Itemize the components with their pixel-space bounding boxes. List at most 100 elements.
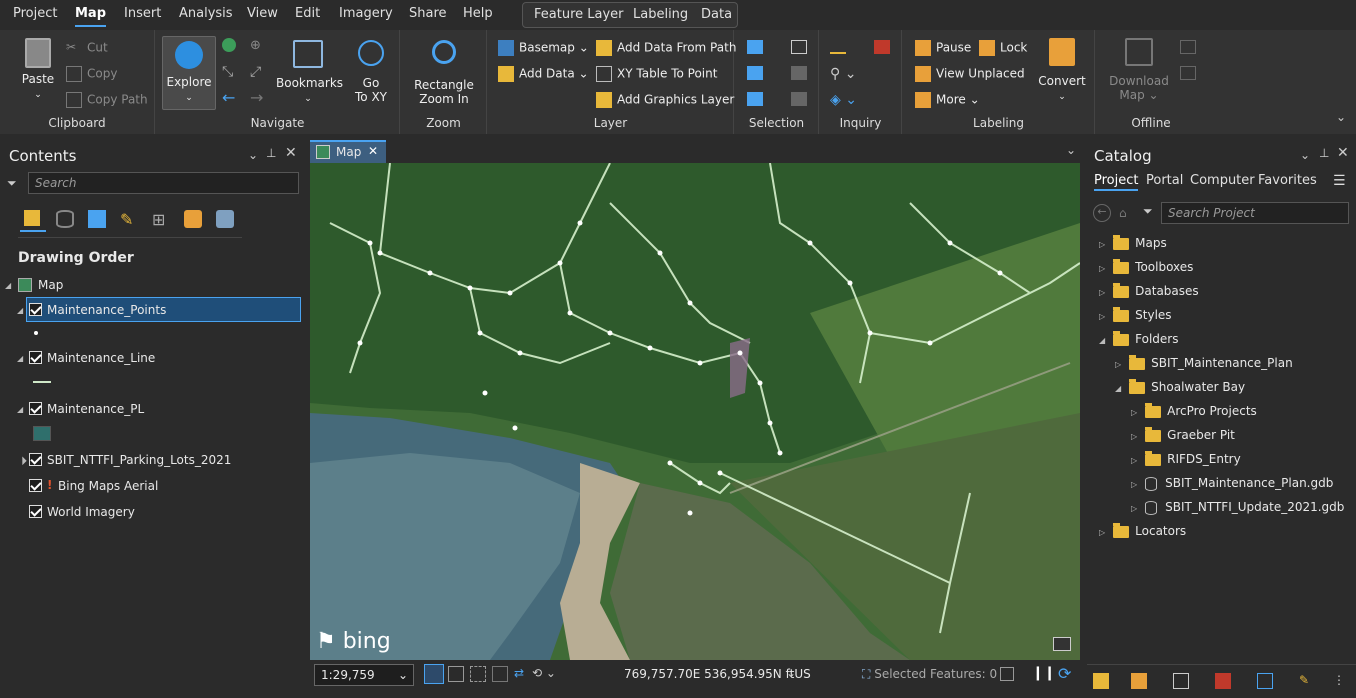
pin-icon[interactable]: ⊥ bbox=[266, 146, 276, 160]
filter-icon[interactable]: ⏷ bbox=[7, 176, 17, 191]
collapse-layer-icon[interactable]: ◢ bbox=[17, 455, 28, 466]
measure-icon[interactable] bbox=[830, 40, 846, 54]
catalog-search-input[interactable]: Search Project bbox=[1161, 202, 1349, 224]
pin-icon[interactable]: ⊥ bbox=[1319, 146, 1329, 160]
go-to-xy-button[interactable]: Go To XY bbox=[346, 40, 396, 104]
catalog-item-gdb-maintenance[interactable]: ▷ SBIT_Maintenance_Plan.gdb bbox=[1131, 476, 1333, 491]
add-graphics-layer-button[interactable]: Add Graphics Layer bbox=[596, 92, 734, 108]
attributes-pane-tab-icon[interactable] bbox=[1173, 673, 1189, 689]
catalog-item-styles[interactable]: ▷ Styles bbox=[1099, 306, 1172, 322]
forward-icon[interactable]: → bbox=[250, 88, 263, 107]
snapping-toggle-icon[interactable] bbox=[470, 666, 486, 682]
tab-map[interactable]: Map bbox=[75, 6, 107, 27]
select-icon[interactable] bbox=[747, 40, 763, 54]
bookmarks-button[interactable]: Bookmarks ⌄ bbox=[276, 40, 343, 106]
tab-help[interactable]: Help bbox=[463, 6, 493, 21]
perspective-icon[interactable] bbox=[216, 210, 234, 228]
catalog-tab-favorites[interactable]: Favorites bbox=[1258, 173, 1317, 188]
expand-layer-icon[interactable]: ◢ bbox=[17, 405, 23, 414]
close-icon[interactable]: ✕ bbox=[1337, 145, 1349, 161]
hamburger-menu-icon[interactable]: ☰ bbox=[1333, 173, 1346, 189]
infographics-icon[interactable]: ◈ ⌄ bbox=[830, 92, 857, 108]
catalog-tab-portal[interactable]: Portal bbox=[1146, 173, 1183, 188]
add-data-from-path-button[interactable]: Add Data From Path bbox=[596, 40, 736, 56]
drawing-order-icon[interactable] bbox=[20, 208, 46, 232]
zoom-to-selection-icon[interactable] bbox=[791, 92, 807, 106]
refresh-draw-icon[interactable]: ⟲ ⌄ bbox=[532, 666, 556, 680]
tab-feature-layer[interactable]: Feature Layer bbox=[534, 7, 624, 22]
contents-search-input[interactable]: Search bbox=[28, 172, 299, 194]
pane-options-icon[interactable]: ⌄ bbox=[1300, 148, 1310, 162]
collapse-ribbon-icon[interactable]: ⌄ bbox=[1336, 110, 1346, 124]
layer-parking-lots[interactable]: SBIT_NTTFI_Parking_Lots_2021 bbox=[47, 453, 231, 467]
clear-selection-icon[interactable] bbox=[1000, 667, 1014, 681]
close-icon[interactable]: ✕ bbox=[285, 145, 297, 161]
explore-button[interactable]: Explore ⌄ bbox=[162, 36, 216, 110]
cut-button[interactable]: ✂ Cut bbox=[66, 40, 108, 56]
coordinates-dropdown-icon[interactable]: ⌄ bbox=[786, 666, 796, 680]
layer-visibility-checkbox[interactable] bbox=[29, 303, 42, 316]
paste-button[interactable]: Paste ⌄ bbox=[18, 38, 58, 102]
selected-features[interactable]: ⛶ Selected Features: 0 bbox=[862, 667, 997, 682]
close-tab-icon[interactable]: ✕ bbox=[368, 144, 378, 158]
symbology-pane-tab-icon[interactable] bbox=[1131, 673, 1147, 689]
catalog-item-maps[interactable]: ▷ Maps bbox=[1099, 234, 1167, 250]
tab-labeling[interactable]: Labeling bbox=[633, 7, 688, 22]
attributes-icon[interactable] bbox=[791, 40, 807, 54]
layer-visibility-checkbox[interactable] bbox=[29, 479, 42, 492]
catalog-pane-tab-icon[interactable] bbox=[1093, 673, 1109, 689]
expand-map-icon[interactable]: ◢ bbox=[5, 281, 11, 290]
attribution-icon[interactable] bbox=[1053, 637, 1071, 651]
layer-maintenance-line[interactable]: Maintenance_Line bbox=[47, 351, 155, 365]
locate-icon[interactable] bbox=[874, 40, 890, 54]
layer-bing-maps-aerial[interactable]: Bing Maps Aerial bbox=[58, 479, 158, 493]
tab-insert[interactable]: Insert bbox=[124, 6, 161, 21]
clear-icon[interactable] bbox=[791, 66, 807, 80]
grid-icon[interactable] bbox=[448, 666, 464, 682]
tab-imagery[interactable]: Imagery bbox=[339, 6, 393, 21]
zoom-in-fixed-icon[interactable]: ⤡ bbox=[222, 64, 233, 80]
selection-list-icon[interactable] bbox=[88, 210, 106, 228]
catalog-item-graeber-pit[interactable]: ▷ Graeber Pit bbox=[1131, 426, 1235, 442]
catalog-item-sbit-maintenance-plan[interactable]: ▷ SBIT_Maintenance_Plan bbox=[1115, 354, 1293, 370]
catalog-item-toolboxes[interactable]: ▷ Toolboxes bbox=[1099, 258, 1193, 274]
aerial-imagery[interactable] bbox=[310, 163, 1080, 660]
snapping-icon[interactable]: ⊞ bbox=[152, 210, 165, 229]
lock-button[interactable]: Lock bbox=[979, 40, 1027, 56]
back-icon[interactable]: ← bbox=[1093, 204, 1111, 222]
map-view-tab[interactable]: Map ✕ bbox=[310, 140, 386, 163]
tab-share[interactable]: Share bbox=[409, 6, 447, 21]
geoprocessing-pane-tab-icon[interactable] bbox=[1257, 673, 1273, 689]
layer-visibility-checkbox[interactable] bbox=[29, 402, 42, 415]
full-extent-icon[interactable] bbox=[222, 38, 236, 52]
tab-list-icon[interactable]: ⌄ bbox=[1066, 143, 1076, 157]
layer-maintenance-points[interactable]: Maintenance_Points bbox=[47, 303, 166, 317]
copy-button[interactable]: Copy bbox=[66, 66, 117, 82]
pane-options-icon[interactable]: ⌄ bbox=[248, 148, 258, 162]
expand-layer-icon[interactable]: ◢ bbox=[17, 354, 23, 363]
constraints-icon[interactable] bbox=[492, 666, 508, 682]
xy-table-to-point-button[interactable]: XY Table To Point bbox=[596, 66, 717, 82]
tab-project[interactable]: Project bbox=[13, 6, 57, 21]
add-data-button[interactable]: Add Data ⌄ bbox=[498, 66, 589, 82]
fixed-zoom-icon[interactable]: ⊕ bbox=[250, 38, 261, 53]
layer-visibility-checkbox[interactable] bbox=[29, 453, 42, 466]
labeling-list-icon[interactable] bbox=[184, 210, 202, 228]
back-icon[interactable]: ← bbox=[222, 88, 235, 107]
more-panes-icon[interactable]: ⋮ bbox=[1333, 673, 1345, 687]
sync-icon[interactable] bbox=[1180, 40, 1196, 54]
scale-dropdown[interactable]: 1:29,759 ⌄ bbox=[314, 664, 414, 686]
catalog-item-rifds-entry[interactable]: ▷ RIFDS_Entry bbox=[1131, 450, 1241, 466]
remove-icon[interactable] bbox=[1180, 66, 1196, 80]
map-node[interactable]: Map bbox=[38, 278, 63, 292]
tab-data[interactable]: Data bbox=[701, 7, 732, 22]
convert-button[interactable]: Convert ⌄ bbox=[1037, 38, 1087, 104]
catalog-item-arcpro-projects[interactable]: ▷ ArcPro Projects bbox=[1131, 402, 1257, 418]
navigation-icon[interactable]: ⇄ bbox=[514, 666, 524, 680]
catalog-item-shoalwater-bay[interactable]: ◢ Shoalwater Bay bbox=[1115, 378, 1245, 394]
copy-path-button[interactable]: Copy Path bbox=[66, 92, 148, 108]
tab-edit[interactable]: Edit bbox=[295, 6, 320, 21]
catalog-tab-computer[interactable]: Computer bbox=[1190, 173, 1255, 188]
layer-world-imagery[interactable]: World Imagery bbox=[47, 505, 135, 519]
map-canvas[interactable]: ⚑ bing bbox=[310, 163, 1080, 660]
